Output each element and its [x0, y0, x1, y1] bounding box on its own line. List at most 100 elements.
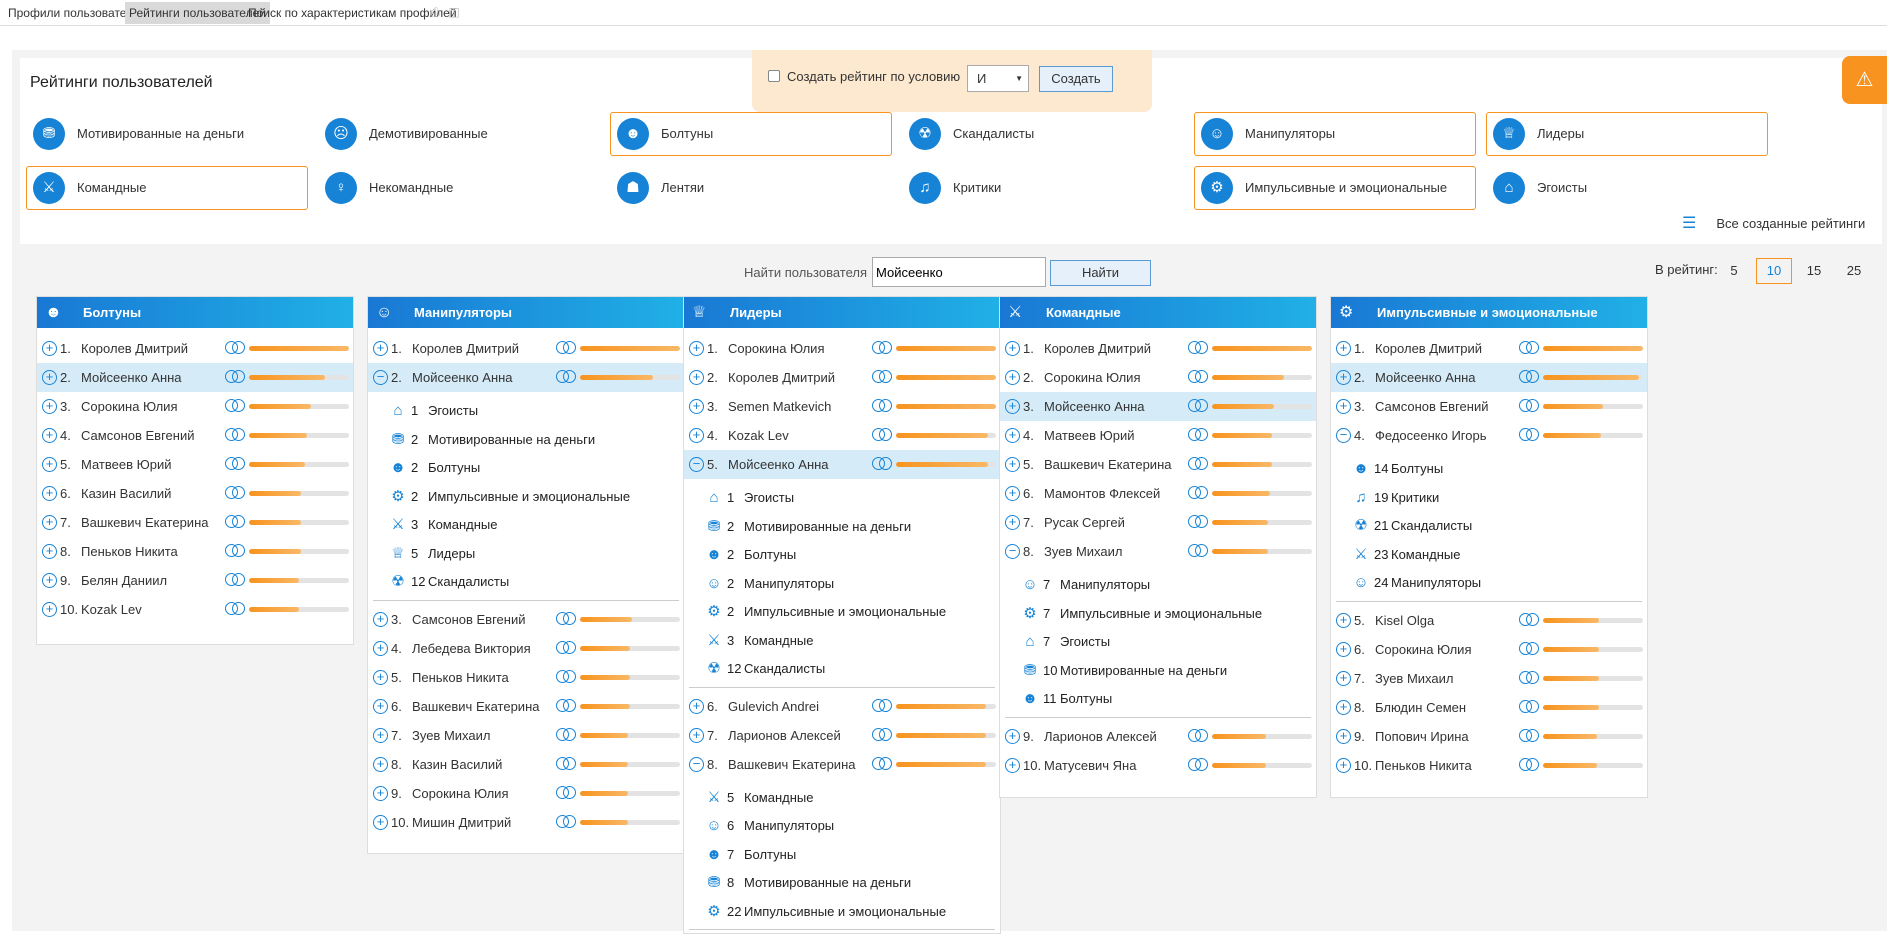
rings-icon[interactable]: [1519, 612, 1541, 628]
rings-icon[interactable]: [225, 340, 247, 356]
expand-icon[interactable]: +: [1005, 370, 1020, 385]
table-row[interactable]: +4. Самсонов Евгений: [37, 421, 353, 450]
rings-icon[interactable]: [1519, 699, 1541, 715]
rings-icon[interactable]: [556, 785, 578, 801]
rating-size-option[interactable]: 15: [1796, 258, 1832, 284]
expand-icon[interactable]: +: [1005, 399, 1020, 414]
all-ratings-link[interactable]: ☰ Все созданные рейтинги: [1682, 213, 1865, 233]
expand-icon[interactable]: +: [42, 573, 57, 588]
expand-icon[interactable]: +: [1336, 341, 1351, 356]
create-button[interactable]: Создать: [1039, 66, 1113, 92]
rings-icon[interactable]: [1188, 514, 1210, 530]
table-row[interactable]: −5. Мойсеенко Анна: [684, 450, 1000, 479]
table-row[interactable]: +3. Самсонов Евгений: [1331, 392, 1647, 421]
expand-icon[interactable]: +: [689, 341, 704, 356]
rings-icon[interactable]: [1188, 757, 1210, 773]
rings-icon[interactable]: [225, 543, 247, 559]
expand-icon[interactable]: +: [1005, 428, 1020, 443]
expand-icon[interactable]: +: [373, 785, 388, 801]
table-row[interactable]: +5. Матвеев Юрий: [37, 450, 353, 479]
collapse-icon[interactable]: −: [689, 756, 704, 772]
rings-icon[interactable]: [872, 340, 894, 356]
expand-icon[interactable]: +: [42, 544, 57, 559]
table-row[interactable]: +1. Королев Дмитрий: [37, 334, 353, 363]
rings-icon[interactable]: [1519, 670, 1541, 686]
print-icon[interactable]: ⎙: [428, 5, 442, 19]
expand-icon[interactable]: +: [1005, 728, 1020, 744]
expand-icon[interactable]: +: [1336, 641, 1351, 657]
table-row[interactable]: +10. Пеньков Никита: [1331, 751, 1647, 780]
expand-icon[interactable]: +: [1005, 515, 1020, 530]
rings-icon[interactable]: [556, 727, 578, 743]
expand-icon[interactable]: +: [373, 814, 388, 830]
table-row[interactable]: +5. Пеньков Никита: [368, 663, 684, 692]
rings-icon[interactable]: [556, 611, 578, 627]
category-megaphone[interactable]: ♫ Критики: [902, 166, 1184, 210]
rings-icon[interactable]: [556, 340, 578, 356]
expand-icon[interactable]: +: [42, 399, 57, 414]
rings-icon[interactable]: [1519, 427, 1541, 443]
rings-icon[interactable]: [1188, 485, 1210, 501]
rings-icon[interactable]: [872, 698, 894, 714]
rings-icon[interactable]: [1519, 340, 1541, 356]
table-row[interactable]: +4. Kozak Lev: [684, 421, 1000, 450]
rings-icon[interactable]: [556, 640, 578, 656]
table-row[interactable]: +6. Мамонтов Флексей: [1000, 479, 1316, 508]
expand-icon[interactable]: +: [42, 515, 57, 530]
table-row[interactable]: +8. Пеньков Никита: [37, 537, 353, 566]
category-mask[interactable]: ☺ Манипуляторы: [1194, 112, 1476, 156]
category-coins[interactable]: ⛃ Мотивированные на деньги: [26, 112, 308, 156]
rings-icon[interactable]: [1188, 728, 1210, 744]
table-row[interactable]: +2. Мойсеенко Анна: [37, 363, 353, 392]
expand-icon[interactable]: +: [689, 698, 704, 714]
table-row[interactable]: −4. Федосеенко Игорь: [1331, 421, 1647, 450]
table-row[interactable]: +7. Зуев Михаил: [1331, 664, 1647, 693]
expand-icon[interactable]: +: [42, 602, 57, 617]
table-row[interactable]: −8. Вашкевич Екатерина: [684, 750, 1000, 779]
collapse-icon[interactable]: −: [373, 370, 388, 385]
category-grenade[interactable]: ⚙ Импульсивные и эмоциональные: [1194, 166, 1476, 210]
rating-size-option[interactable]: 10: [1756, 258, 1792, 284]
rings-icon[interactable]: [556, 756, 578, 772]
expand-icon[interactable]: +: [1005, 757, 1020, 773]
expand-icon[interactable]: +: [373, 640, 388, 656]
rings-icon[interactable]: [225, 427, 247, 443]
rings-icon[interactable]: [225, 485, 247, 501]
table-row[interactable]: +8. Казин Василий: [368, 750, 684, 779]
rings-icon[interactable]: [225, 398, 247, 414]
expand-icon[interactable]: +: [373, 698, 388, 714]
table-row[interactable]: +1. Королев Дмитрий: [1000, 334, 1316, 363]
expand-icon[interactable]: +: [373, 727, 388, 743]
rings-icon[interactable]: [225, 456, 247, 472]
rings-icon[interactable]: [1519, 398, 1541, 414]
category-talker[interactable]: ☻ Болтуны: [610, 112, 892, 156]
table-row[interactable]: +10. Мишин Дмитрий: [368, 808, 684, 837]
table-row[interactable]: +3. Самсонов Евгений: [368, 605, 684, 634]
table-row[interactable]: +8. Блюдин Семен: [1331, 693, 1647, 722]
table-row[interactable]: +6. Вашкевич Екатерина: [368, 692, 684, 721]
rings-icon[interactable]: [872, 756, 894, 772]
expand-icon[interactable]: +: [1336, 757, 1351, 773]
table-row[interactable]: +9. Белян Даниил: [37, 566, 353, 595]
expand-icon[interactable]: +: [373, 611, 388, 627]
alarm-icon[interactable]: ⚠: [1842, 56, 1887, 104]
category-bed[interactable]: ☗ Лентяи: [610, 166, 892, 210]
rings-icon[interactable]: [1188, 369, 1210, 385]
table-row[interactable]: +9. Ларионов Алексей: [1000, 722, 1316, 751]
table-row[interactable]: +6. Сорокина Юлия: [1331, 635, 1647, 664]
table-row[interactable]: +2. Сорокина Юлия: [1000, 363, 1316, 392]
table-row[interactable]: +6. Gulevich Andrei: [684, 692, 1000, 721]
collapse-icon[interactable]: −: [1005, 544, 1020, 559]
table-row[interactable]: +2. Королев Дмитрий: [684, 363, 1000, 392]
table-row[interactable]: +10. Матусевич Яна: [1000, 751, 1316, 780]
expand-icon[interactable]: +: [1336, 370, 1351, 385]
table-row[interactable]: +6. Казин Василий: [37, 479, 353, 508]
rings-icon[interactable]: [225, 572, 247, 588]
expand-icon[interactable]: +: [1005, 341, 1020, 356]
expand-icon[interactable]: +: [1336, 699, 1351, 715]
category-handshake[interactable]: ⚔ Командные: [26, 166, 308, 210]
rings-icon[interactable]: [1519, 728, 1541, 744]
rings-icon[interactable]: [1188, 340, 1210, 356]
rings-icon[interactable]: [556, 698, 578, 714]
expand-icon[interactable]: +: [1005, 457, 1020, 472]
